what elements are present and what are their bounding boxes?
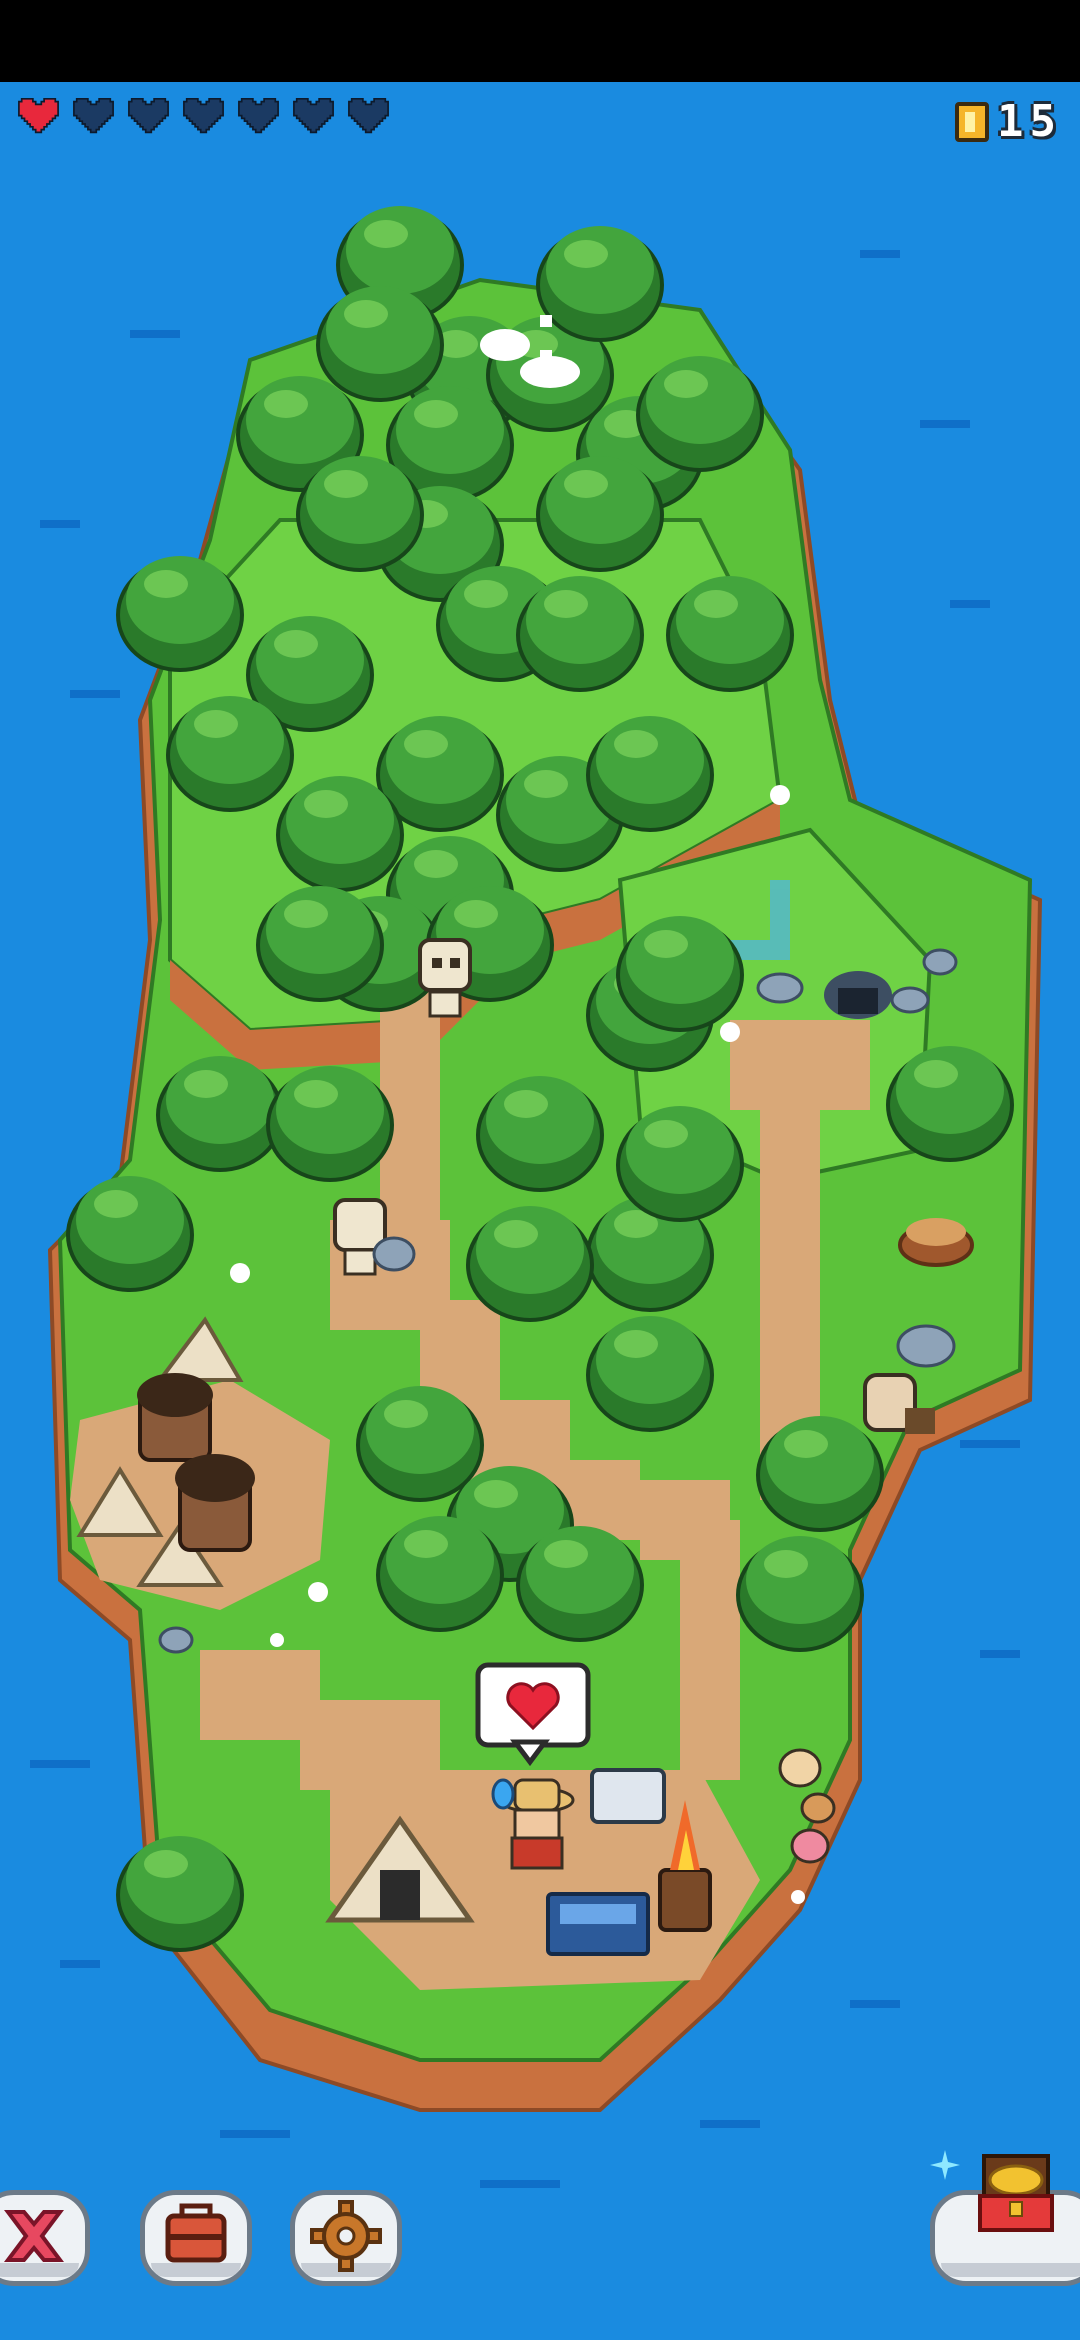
settings-button[interactable] [290, 2190, 402, 2290]
treasure-button[interactable] [930, 2150, 1080, 2290]
tree [266, 1066, 394, 1182]
tree [296, 456, 424, 572]
tree [586, 716, 714, 832]
tree [476, 1076, 604, 1192]
heart-empty-icon [238, 97, 279, 134]
coin-count: 15 [997, 96, 1062, 147]
toolbox-icon [165, 2203, 227, 2263]
tree [116, 1836, 244, 1952]
heart-empty-icon [73, 97, 114, 134]
tree [156, 1056, 284, 1172]
tree [756, 1416, 884, 1532]
tree [736, 1536, 864, 1652]
tree [616, 916, 744, 1032]
tree [536, 226, 664, 342]
tree-stump[interactable] [898, 1218, 974, 1267]
speech-bubble [475, 1662, 591, 1767]
close-button[interactable] [0, 2190, 90, 2290]
treasure-chest-icon [978, 2154, 1054, 2232]
cave-entrance[interactable] [824, 971, 892, 1019]
tree [636, 356, 764, 472]
tree [356, 1386, 484, 1502]
tree [536, 456, 664, 572]
tree [66, 1176, 194, 1292]
gear-icon [310, 2200, 382, 2272]
tree [466, 1206, 594, 1322]
island-map[interactable] [0, 0, 1080, 2340]
tree [166, 696, 294, 812]
heart-empty-icon [183, 97, 224, 134]
water-drop-icon [491, 1778, 515, 1810]
heart-empty-icon [293, 97, 334, 134]
heart-empty-icon [348, 97, 389, 134]
tree [616, 1106, 744, 1222]
tree [276, 776, 404, 892]
coin-icon [955, 101, 990, 142]
coin-counter: 15 [955, 96, 1062, 147]
heart-full-icon [18, 97, 59, 134]
inventory-button[interactable] [140, 2190, 252, 2290]
tree [886, 1046, 1014, 1162]
close-icon [4, 2210, 64, 2262]
tree [516, 576, 644, 692]
tree [666, 576, 794, 692]
tree [116, 556, 244, 672]
tree [316, 286, 444, 402]
heart-empty-icon [128, 97, 169, 134]
tree [586, 1316, 714, 1432]
health-bar [16, 96, 391, 138]
tree [516, 1526, 644, 1642]
sparkle-icon [930, 2150, 960, 2180]
tree [256, 886, 384, 1002]
tree [376, 1516, 504, 1632]
